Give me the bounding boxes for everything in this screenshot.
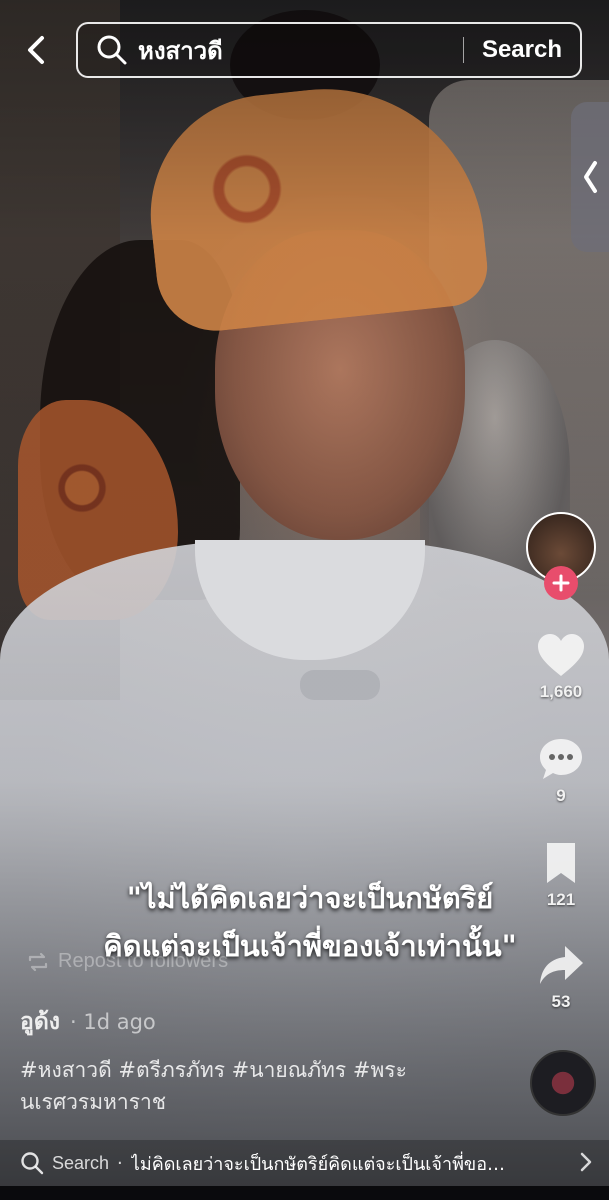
related-search-bar[interactable]: Search · ไม่คิดเลยว่าจะเป็นกษัตริย์คิดแต… [0, 1140, 609, 1186]
related-search-label: Search [52, 1152, 110, 1173]
comment-count: 9 [556, 786, 566, 805]
video-feed-screen[interactable]: หงสาวดี Search 1,660 9 121 53 "ไม่ได้คิด… [0, 0, 609, 1200]
search-query[interactable]: หงสาวดี [138, 31, 463, 70]
related-search-text: ไม่คิดเลยว่าจะเป็นกษัตริย์คิดแต่จะเป็นเจ… [130, 1153, 511, 1175]
chevron-left-icon [28, 36, 44, 64]
music-disc[interactable] [530, 1050, 596, 1116]
author-name[interactable]: อูด้ง [20, 1009, 60, 1035]
related-search-separator: · [117, 1152, 123, 1174]
bottom-edge [0, 1186, 609, 1200]
search-icon [97, 35, 127, 65]
post-hashtags[interactable]: #หงสาวดี #ตรีภรภัทร #นายณภัทร #พระนเรศวร… [20, 1054, 460, 1118]
plus-icon [552, 574, 570, 592]
subtitle-line-2: คิดแต่จะเป็นเจ้าพี่ของเจ้าเท่านั้น" [103, 929, 517, 963]
chevron-right-icon [580, 1152, 592, 1172]
heart-icon [538, 634, 584, 676]
post-time: · 1d ago [69, 1010, 156, 1034]
comment-button[interactable]: 9 [528, 736, 594, 806]
follow-button[interactable] [544, 566, 578, 600]
subtitle-line-1: "ไม่ได้คิดเลยว่าจะเป็นกษัตริย์ [126, 881, 494, 915]
chevron-left-icon [584, 161, 597, 193]
share-count: 53 [551, 992, 571, 1011]
side-panel-toggle[interactable] [571, 102, 609, 252]
like-button[interactable]: 1,660 [528, 632, 594, 702]
like-count: 1,660 [539, 682, 583, 701]
search-icon [21, 1152, 44, 1175]
back-button[interactable] [18, 30, 54, 70]
comment-icon [540, 739, 582, 779]
search-bar[interactable]: หงสาวดี Search [76, 22, 582, 78]
author-row[interactable]: อูด้ง · 1d ago [20, 1004, 156, 1040]
search-button[interactable]: Search [464, 36, 580, 64]
